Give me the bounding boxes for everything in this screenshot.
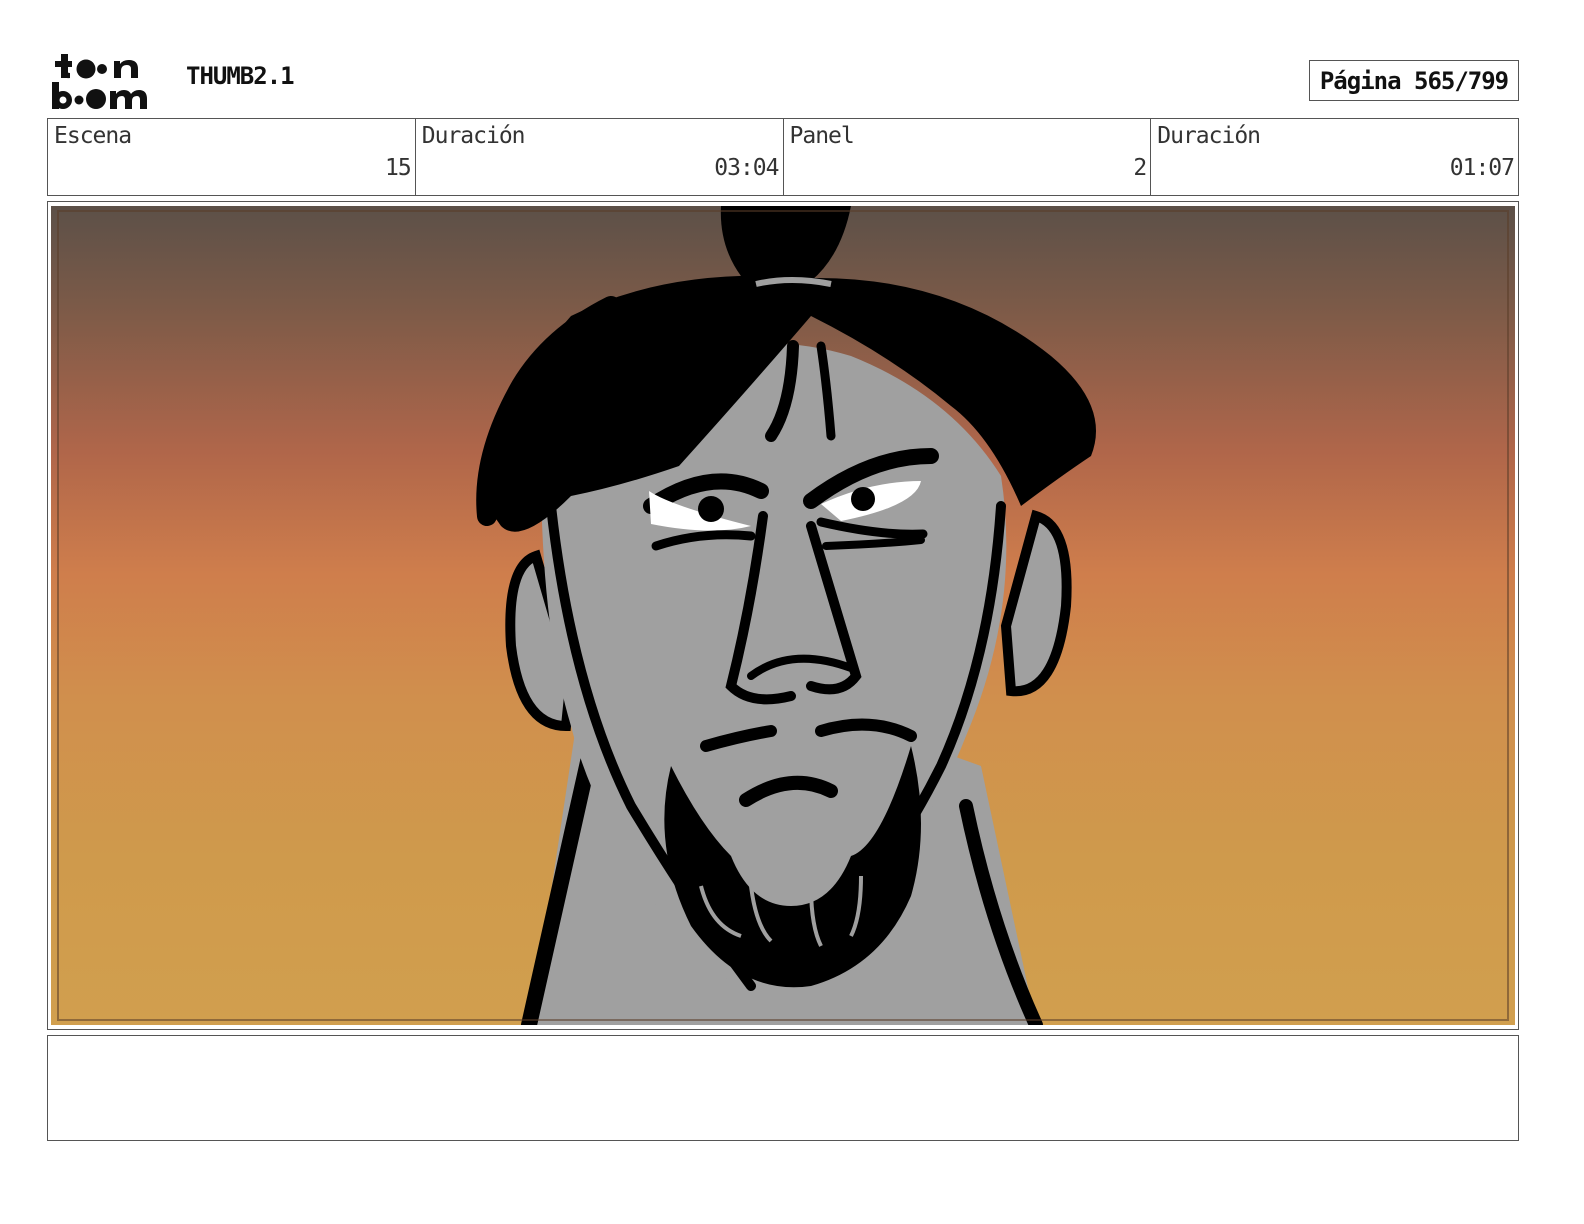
panel-duration-cell: Duración 01:07 xyxy=(1151,119,1518,195)
page-number: Página 565/799 xyxy=(1309,60,1519,101)
scene-cell: Escena 15 xyxy=(48,119,416,195)
scene-label: Escena xyxy=(54,123,132,149)
character-sketch xyxy=(476,206,1096,1025)
panel-duration-value: 01:07 xyxy=(1449,155,1515,181)
storyboard-panel-image xyxy=(51,206,1515,1025)
panel-value: 2 xyxy=(1133,155,1147,181)
panel-duration-label: Duración xyxy=(1157,123,1261,149)
scene-duration-value: 03:04 xyxy=(714,155,779,181)
panel-label: Panel xyxy=(789,123,855,149)
panel-info-row: Escena 15 Duración 03:04 Panel 2 Duració… xyxy=(47,118,1519,196)
scene-value: 15 xyxy=(385,155,412,181)
panel-cell: Panel 2 xyxy=(784,119,1152,195)
document-title: THUMB2.1 xyxy=(186,62,295,90)
toon-boom-logo xyxy=(52,52,164,112)
scene-duration-cell: Duración 03:04 xyxy=(416,119,784,195)
scene-duration-label: Duración xyxy=(421,123,526,149)
panel-notes-box xyxy=(47,1035,1519,1141)
